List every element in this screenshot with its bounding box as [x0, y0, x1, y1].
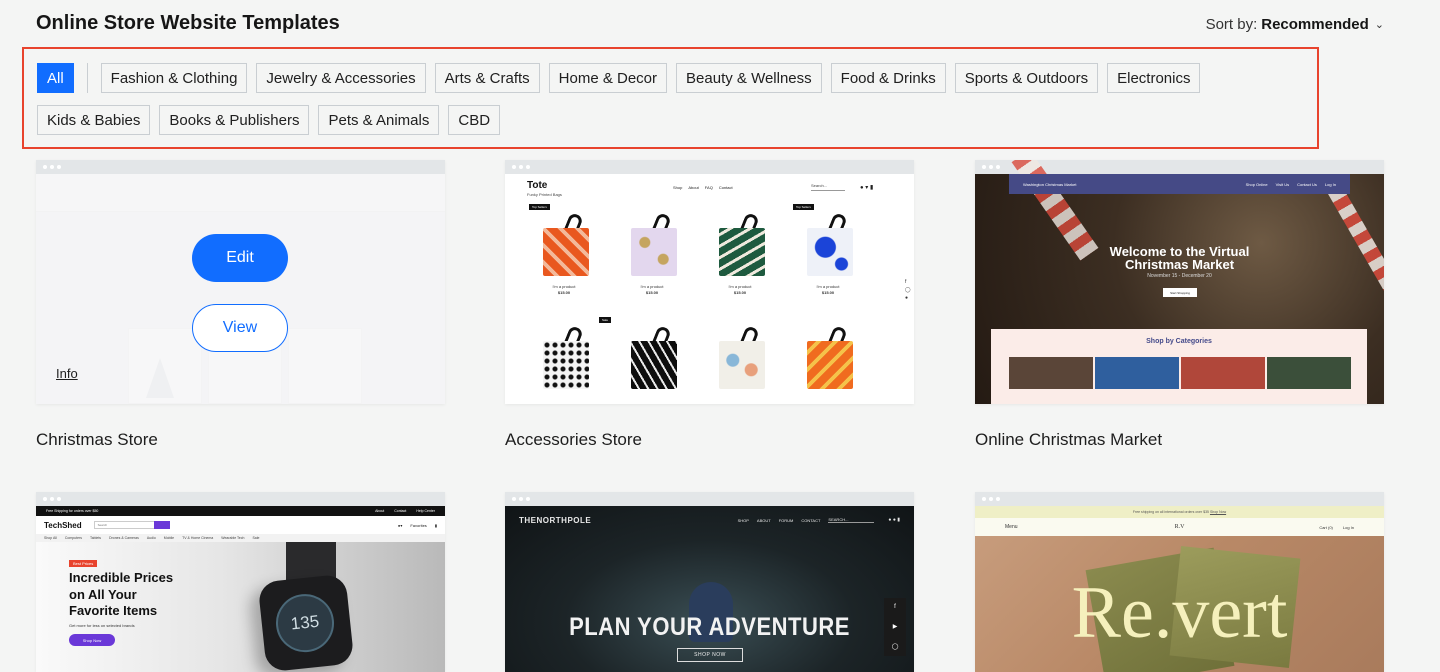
category-chip-cbd[interactable]: CBD	[448, 105, 501, 135]
product-item	[617, 317, 687, 404]
sort-dropdown[interactable]: Sort by: Recommended ⌄	[1206, 16, 1384, 33]
preview-cta: Start Shopping	[1163, 288, 1197, 297]
category-chip-all[interactable]: All	[37, 63, 74, 93]
template-thumbnail[interactable]: Tote Funky Printed Bags Shop About FAQ C…	[505, 160, 914, 404]
preview-header: Menu R.V Cart (0) Log In	[975, 518, 1384, 536]
preview-product-grid: Top Sellers I'm a product $15.00 I'm a p…	[529, 204, 863, 404]
category-chip-sports-outdoors[interactable]: Sports & Outdoors	[954, 63, 1099, 93]
category-chip-kids-babies[interactable]: Kids & Babies	[37, 105, 151, 135]
category-chip-fashion-clothing[interactable]: Fashion & Clothing	[100, 63, 248, 93]
sort-value: Recommended	[1261, 16, 1369, 33]
template-card-revert[interactable]: Free shipping on all international order…	[975, 492, 1384, 672]
info-link[interactable]: Info	[56, 366, 78, 381]
hover-overlay	[36, 174, 445, 404]
template-card-accessories-store[interactable]: Tote Funky Printed Bags Shop About FAQ C…	[505, 160, 914, 450]
template-thumbnail[interactable]: Free shipping on all international order…	[975, 492, 1384, 672]
user-cart-icons: ● ▾ ▮	[860, 185, 874, 191]
browser-bar	[36, 492, 445, 506]
category-chip-pets-animals[interactable]: Pets & Animals	[318, 105, 440, 135]
edit-button[interactable]: Edit	[192, 234, 288, 282]
preview-menu: Shop All Computers Tablets Drones & Came…	[36, 534, 445, 542]
preview-nav: Washington Christmas Market Shop Online …	[1009, 174, 1350, 194]
page-title: Online Store Website Templates	[36, 12, 340, 34]
template-card-techshed[interactable]: Free Shipping for orders over $50 About …	[36, 492, 445, 672]
preview-nav: Shop About FAQ Contact	[673, 185, 733, 190]
preview-categories: Shop by Categories	[991, 329, 1367, 404]
template-name[interactable]: Christmas Store	[36, 430, 445, 450]
category-filter-highlight: All Fashion & Clothing Jewelry & Accesso…	[22, 47, 1319, 149]
category-filter: All Fashion & Clothing Jewelry & Accesso…	[37, 63, 1307, 135]
browser-bar	[505, 160, 914, 174]
view-button[interactable]: View	[192, 304, 288, 352]
preview-headline: Incredible Prices on All Your Favorite I…	[69, 570, 174, 618]
preview-cta: Shop Now	[69, 634, 115, 646]
chevron-down-icon: ⌄	[1374, 19, 1384, 31]
category-chip-jewelry-accessories[interactable]: Jewelry & Accessories	[256, 63, 426, 93]
social-icons: f ▶ ◯	[884, 598, 906, 656]
template-card-christmas-store[interactable]: Edit View Info Christmas Store	[36, 160, 445, 450]
preview-promo-bar: Free Shipping for orders over $50 About …	[36, 506, 445, 516]
preview-cta: SHOP NOW	[677, 648, 743, 662]
preview-dates: November 15 - December 20	[1147, 273, 1212, 279]
category-chip-electronics[interactable]: Electronics	[1107, 63, 1201, 93]
preview-headline: Re.vert	[1071, 572, 1288, 654]
smartwatch-image: 135	[257, 573, 355, 672]
category-chip-home-decor[interactable]: Home & Decor	[548, 63, 668, 93]
category-chip-beauty-wellness[interactable]: Beauty & Wellness	[676, 63, 822, 93]
product-item: Top Sellers I'm a product $15.00	[529, 204, 599, 309]
template-thumbnail[interactable]: Free Shipping for orders over $50 About …	[36, 492, 445, 672]
browser-bar	[505, 492, 914, 506]
preview-subtext: Get more for less on selected brands	[69, 623, 135, 628]
product-item: I'm a product $15.00	[617, 204, 687, 309]
category-chip-arts-crafts[interactable]: Arts & Crafts	[434, 63, 540, 93]
divider	[86, 63, 88, 93]
template-thumbnail[interactable]: THENORTHPOLE SHOP ABOUT FORUM CONTACT SE…	[505, 492, 914, 672]
social-icons: f ◯ ●	[905, 279, 911, 301]
preview-tagline: Funky Printed Bags	[527, 192, 562, 197]
product-item	[705, 317, 775, 404]
template-card-the-north-pole[interactable]: THENORTHPOLE SHOP ABOUT FORUM CONTACT SE…	[505, 492, 914, 672]
preview-headline-2: Christmas Market	[1124, 257, 1235, 272]
template-name[interactable]: Online Christmas Market	[975, 430, 1384, 450]
browser-bar	[975, 492, 1384, 506]
template-card-online-christmas-market[interactable]: Washington Christmas Market Shop Online …	[975, 160, 1384, 450]
template-thumbnail[interactable]: Edit View Info	[36, 160, 445, 404]
template-thumbnail[interactable]: Washington Christmas Market Shop Online …	[975, 160, 1384, 404]
template-name[interactable]: Accessories Store	[505, 430, 914, 450]
product-item: Sale	[529, 317, 612, 404]
product-item: Top Sellers I'm a product $15.00	[793, 204, 863, 309]
category-chip-food-drinks[interactable]: Food & Drinks	[830, 63, 946, 93]
product-item	[793, 317, 863, 404]
preview-header: TechShed Search ●▾ Favorites ▮	[36, 516, 445, 534]
category-chip-books-publishers[interactable]: Books & Publishers	[159, 105, 310, 135]
browser-bar	[36, 160, 445, 174]
preview-header: THENORTHPOLE SHOP ABOUT FORUM CONTACT SE…	[519, 515, 900, 525]
sort-label: Sort by:	[1205, 16, 1258, 33]
preview-badge: Best Prices	[69, 560, 98, 567]
product-item: I'm a product $15.00	[705, 204, 775, 309]
preview-headline: PLAN YOUR ADVENTURE	[569, 612, 850, 641]
preview-search: Search...	[811, 183, 845, 191]
preview-promo-bar: Free shipping on all international order…	[975, 506, 1384, 518]
preview-brand: Tote	[527, 180, 548, 191]
